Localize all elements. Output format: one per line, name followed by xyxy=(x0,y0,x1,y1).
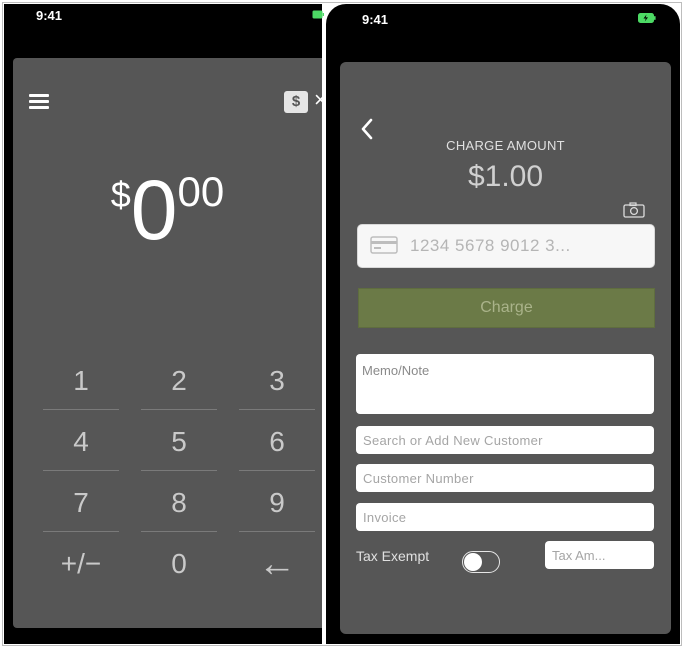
battery-icon xyxy=(638,13,656,23)
memo-note-input[interactable]: Memo/Note xyxy=(356,354,654,414)
menu-icon[interactable] xyxy=(29,94,49,110)
currency-symbol: $ xyxy=(110,174,131,215)
status-time: 9:41 xyxy=(36,8,63,23)
backspace-key[interactable]: ← xyxy=(239,541,315,601)
customer-number-placeholder: Customer Number xyxy=(363,471,474,486)
key-7[interactable]: 7 xyxy=(43,480,119,540)
card-number-input[interactable]: 1234 5678 9012 3... xyxy=(357,224,655,268)
back-chevron-icon[interactable] xyxy=(360,118,374,140)
toggle-knob xyxy=(464,553,482,571)
key-0[interactable]: 0 xyxy=(141,541,217,601)
charge-button[interactable]: Charge xyxy=(358,288,655,328)
right-phone: 9:41 CHARGE AMOUNT $1.00 1234 5678 9012 … xyxy=(326,4,680,644)
key-4[interactable]: 4 xyxy=(43,419,119,479)
camera-icon[interactable] xyxy=(623,202,645,218)
key-6[interactable]: 6 xyxy=(239,419,315,479)
key-8[interactable]: 8 xyxy=(141,480,217,540)
memo-placeholder: Memo/Note xyxy=(362,363,430,378)
key-3[interactable]: 3 xyxy=(239,358,315,418)
card-number-placeholder: 1234 5678 9012 3... xyxy=(410,236,571,255)
close-icon[interactable]: × xyxy=(314,88,327,112)
amount-whole: 0 xyxy=(130,163,178,257)
status-time: 9:41 xyxy=(362,12,389,27)
currency-icon[interactable]: $ xyxy=(284,91,308,113)
tax-amount-placeholder: Tax Am... xyxy=(552,548,606,563)
tax-exempt-toggle[interactable] xyxy=(462,551,500,573)
customer-search-placeholder: Search or Add New Customer xyxy=(363,433,543,448)
key-9[interactable]: 9 xyxy=(239,480,315,540)
key-5[interactable]: 5 xyxy=(141,419,217,479)
left-phone: 9:41 $ × $000 1 2 3 4 5 6 7 8 9 +/− 0 ← xyxy=(4,4,327,644)
charge-amount-label: CHARGE AMOUNT xyxy=(446,138,565,153)
backspace-icon: ← xyxy=(258,543,296,585)
key-plus-minus[interactable]: +/− xyxy=(43,541,119,601)
charge-screen: CHARGE AMOUNT $1.00 1234 5678 9012 3... … xyxy=(340,62,671,634)
keypad-screen: $ × $000 1 2 3 4 5 6 7 8 9 +/− 0 ← xyxy=(13,58,327,628)
amount-cents: 00 xyxy=(177,168,225,215)
key-2[interactable]: 2 xyxy=(141,358,217,418)
customer-number-input[interactable]: Customer Number xyxy=(356,464,654,492)
credit-card-icon xyxy=(370,236,398,254)
tax-amount-input[interactable]: Tax Am... xyxy=(545,541,654,569)
tax-exempt-label: Tax Exempt xyxy=(356,548,430,564)
amount-display: $000 xyxy=(13,168,322,252)
charge-amount-value: $1.00 xyxy=(467,160,544,193)
invoice-input[interactable]: Invoice xyxy=(356,503,654,531)
battery-icon xyxy=(312,10,324,19)
key-1[interactable]: 1 xyxy=(43,358,119,418)
invoice-placeholder: Invoice xyxy=(363,510,407,525)
customer-search-input[interactable]: Search or Add New Customer xyxy=(356,426,654,454)
